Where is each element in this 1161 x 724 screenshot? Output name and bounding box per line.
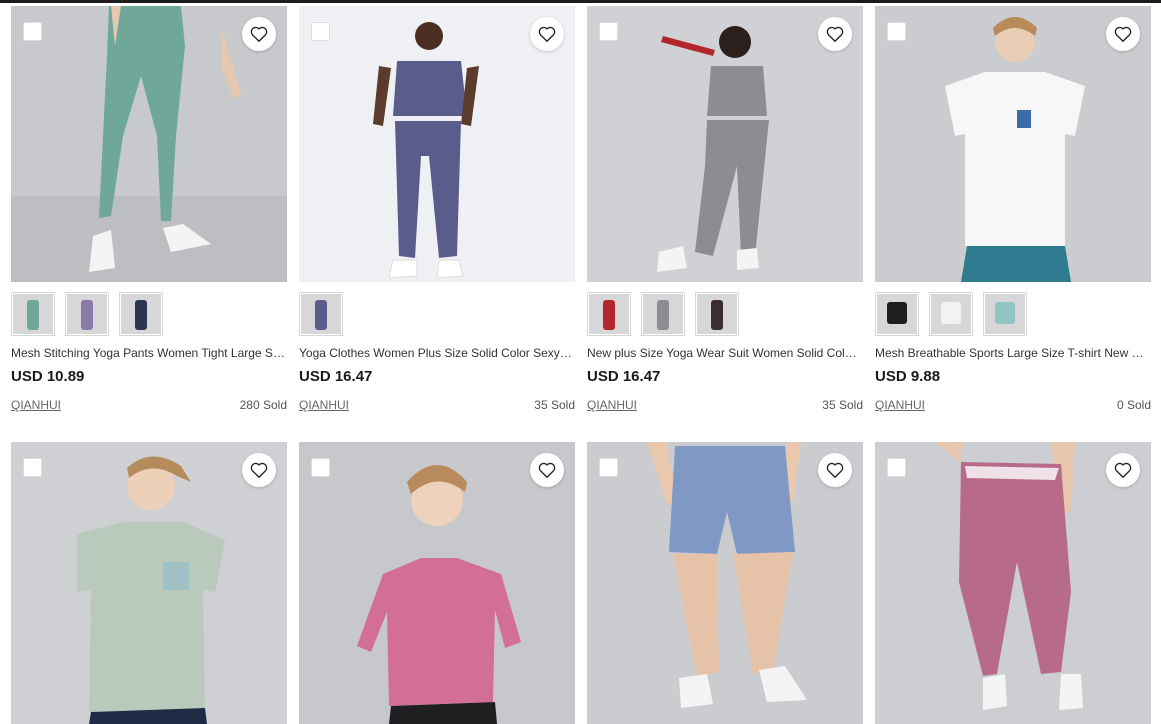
product-card[interactable] bbox=[11, 442, 287, 724]
product-price: USD 9.88 bbox=[875, 368, 941, 385]
select-checkbox[interactable] bbox=[23, 22, 42, 41]
favorite-button[interactable] bbox=[818, 453, 852, 487]
shop-link[interactable]: QIANHUI bbox=[587, 398, 637, 412]
product-price: USD 10.89 bbox=[11, 368, 85, 385]
model-photo bbox=[875, 442, 1151, 724]
product-card[interactable]: Yoga Clothes Women Plus Size Solid Color… bbox=[299, 6, 575, 412]
color-swatch[interactable] bbox=[299, 292, 343, 336]
color-swatch[interactable] bbox=[983, 292, 1027, 336]
select-checkbox[interactable] bbox=[311, 458, 330, 477]
sold-count: 280 Sold bbox=[239, 398, 287, 412]
color-swatches bbox=[11, 292, 287, 340]
product-image[interactable] bbox=[587, 6, 863, 282]
select-checkbox[interactable] bbox=[887, 22, 906, 41]
select-checkbox[interactable] bbox=[599, 22, 618, 41]
product-card[interactable] bbox=[587, 442, 863, 724]
select-checkbox[interactable] bbox=[311, 22, 330, 41]
heart-icon bbox=[826, 462, 844, 478]
product-image[interactable] bbox=[875, 442, 1151, 724]
model-photo bbox=[587, 6, 863, 282]
product-card[interactable]: Mesh Stitching Yoga Pants Women Tight La… bbox=[11, 6, 287, 412]
color-swatch[interactable] bbox=[695, 292, 739, 336]
product-title[interactable]: New plus Size Yoga Wear Suit Women Solid… bbox=[587, 346, 863, 360]
product-image[interactable] bbox=[299, 442, 575, 724]
color-swatches bbox=[875, 292, 1151, 340]
sold-count: 0 Sold bbox=[1116, 398, 1151, 412]
heart-icon bbox=[250, 26, 268, 42]
model-photo bbox=[11, 6, 287, 282]
color-swatches bbox=[587, 292, 863, 340]
product-card[interactable]: New plus Size Yoga Wear Suit Women Solid… bbox=[587, 6, 863, 412]
product-image[interactable] bbox=[587, 442, 863, 724]
favorite-button[interactable] bbox=[1106, 17, 1140, 51]
product-card[interactable]: Mesh Breathable Sports Large Size T-shir… bbox=[875, 6, 1151, 412]
color-swatches bbox=[299, 292, 575, 340]
product-image[interactable] bbox=[11, 6, 287, 282]
product-image[interactable] bbox=[875, 6, 1151, 282]
shop-link[interactable]: QIANHUI bbox=[11, 398, 61, 412]
color-swatch[interactable] bbox=[587, 292, 631, 336]
select-checkbox[interactable] bbox=[23, 458, 42, 477]
color-swatch[interactable] bbox=[65, 292, 109, 336]
color-swatch[interactable] bbox=[11, 292, 55, 336]
heart-icon bbox=[538, 462, 556, 478]
color-swatch[interactable] bbox=[875, 292, 919, 336]
color-swatch[interactable] bbox=[641, 292, 685, 336]
sold-count: 35 Sold bbox=[822, 398, 863, 412]
favorite-button[interactable] bbox=[242, 17, 276, 51]
model-photo bbox=[11, 442, 287, 724]
product-title[interactable]: Mesh Stitching Yoga Pants Women Tight La… bbox=[11, 346, 287, 360]
favorite-button[interactable] bbox=[530, 17, 564, 51]
product-card[interactable] bbox=[875, 442, 1151, 724]
favorite-button[interactable] bbox=[530, 453, 564, 487]
heart-icon bbox=[1114, 26, 1132, 42]
favorite-button[interactable] bbox=[242, 453, 276, 487]
product-price: USD 16.47 bbox=[587, 368, 661, 385]
product-card[interactable] bbox=[299, 442, 575, 724]
product-image[interactable] bbox=[11, 442, 287, 724]
heart-icon bbox=[538, 26, 556, 42]
color-swatch[interactable] bbox=[929, 292, 973, 336]
select-checkbox[interactable] bbox=[887, 458, 906, 477]
heart-icon bbox=[826, 26, 844, 42]
model-photo bbox=[875, 6, 1151, 282]
shop-link[interactable]: QIANHUI bbox=[299, 398, 349, 412]
top-divider bbox=[0, 0, 1161, 3]
model-photo bbox=[299, 6, 575, 282]
heart-icon bbox=[1114, 462, 1132, 478]
model-photo bbox=[587, 442, 863, 724]
product-title[interactable]: Mesh Breathable Sports Large Size T-shir… bbox=[875, 346, 1151, 360]
product-price: USD 16.47 bbox=[299, 368, 373, 385]
shop-link[interactable]: QIANHUI bbox=[875, 398, 925, 412]
favorite-button[interactable] bbox=[818, 17, 852, 51]
heart-icon bbox=[250, 462, 268, 478]
product-title[interactable]: Yoga Clothes Women Plus Size Solid Color… bbox=[299, 346, 575, 360]
favorite-button[interactable] bbox=[1106, 453, 1140, 487]
color-swatch[interactable] bbox=[119, 292, 163, 336]
model-photo bbox=[299, 442, 575, 724]
sold-count: 35 Sold bbox=[534, 398, 575, 412]
product-image[interactable] bbox=[299, 6, 575, 282]
select-checkbox[interactable] bbox=[599, 458, 618, 477]
